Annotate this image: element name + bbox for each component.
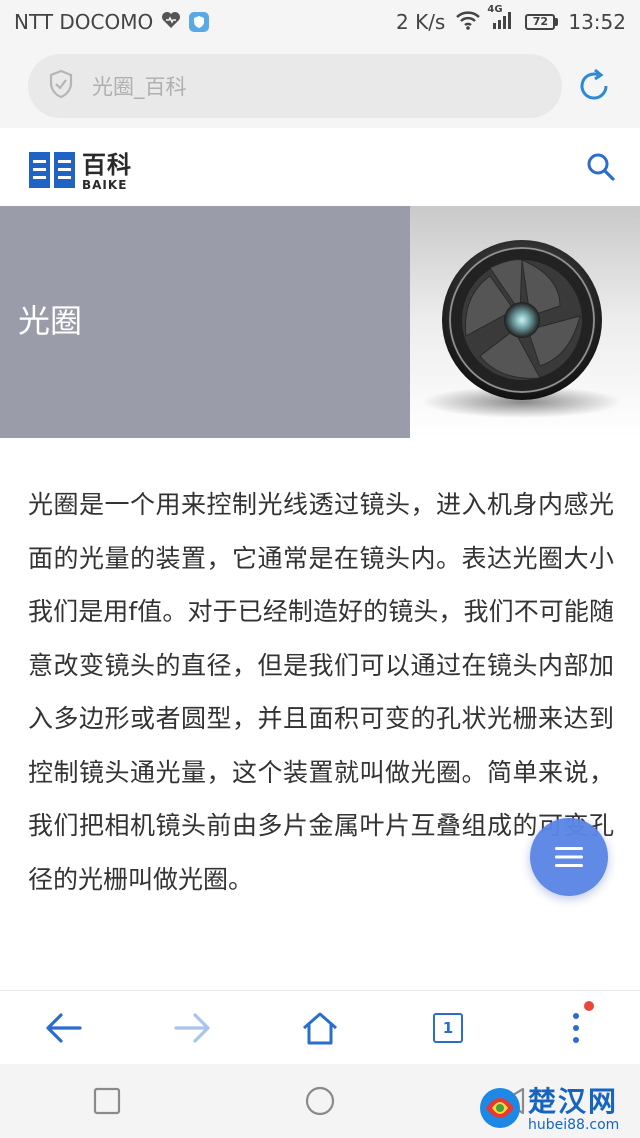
book-icon [28, 150, 76, 194]
address-text: 光圈_百科 [92, 75, 187, 99]
square-icon [93, 1087, 120, 1115]
battery-level: 72 [525, 14, 556, 30]
watermark: 楚汉网 hubei88.com [476, 1082, 640, 1138]
logo-text: 百科 BAIKE [82, 153, 132, 191]
forward-arrow-icon [174, 1012, 210, 1043]
watermark-url: hubei88.com [528, 1117, 620, 1133]
battery-icon: 72 [525, 14, 559, 30]
article-body: 光圈是一个用来控制光线透过镜头，进入机身内感光面的光量的装置，它通常是在镜头内。… [28, 490, 614, 894]
back-button[interactable] [0, 991, 128, 1064]
browser-bottom-nav: 1 [0, 990, 640, 1064]
logo-cn: 百科 [82, 151, 132, 179]
search-button[interactable] [584, 150, 618, 184]
banner-title-area: 光圈 [0, 206, 410, 438]
status-bar: NTT DOCOMO 2 K/s 4G 72 13:52 [0, 0, 640, 44]
table-of-contents-button[interactable] [530, 818, 608, 896]
recents-button[interactable] [0, 1064, 213, 1138]
more-button[interactable] [512, 991, 640, 1064]
more-icon [573, 1012, 579, 1043]
watermark-logo-icon [476, 1084, 524, 1136]
shield-icon [189, 12, 210, 32]
camera-lens-image [410, 206, 640, 438]
notification-dot [584, 1001, 594, 1011]
network-type: 4G [487, 3, 503, 15]
refresh-icon [580, 68, 608, 100]
home-button[interactable] [256, 991, 384, 1064]
forward-button[interactable] [128, 991, 256, 1064]
article-banner: 光圈 [0, 206, 640, 438]
site-header: 百科 BAIKE [0, 128, 640, 206]
watermark-text: 楚汉网 hubei88.com [528, 1085, 620, 1133]
refresh-button[interactable] [574, 66, 614, 106]
signal-icon: 4G [487, 4, 515, 35]
shield-icon [48, 69, 74, 103]
browser-toolbar: 光圈_百科 [0, 44, 640, 128]
address-bar[interactable]: 光圈_百科 [28, 54, 562, 118]
search-icon [587, 153, 615, 181]
status-right: 2 K/s 4G 72 13:52 [396, 4, 626, 35]
baike-logo[interactable]: 百科 BAIKE [28, 150, 132, 194]
back-arrow-icon [46, 1012, 82, 1043]
circle-icon [305, 1086, 335, 1116]
clock: 13:52 [568, 10, 626, 34]
carrier-name: NTT DOCOMO [14, 10, 154, 34]
page-title: 光圈 [18, 302, 83, 340]
network-speed: 2 K/s [396, 10, 446, 34]
tabs-icon: 1 [433, 1012, 463, 1043]
wifi-icon [455, 10, 481, 35]
status-left: NTT DOCOMO [14, 10, 210, 34]
logo-en: BAIKE [82, 178, 128, 192]
watermark-name: 楚汉网 [528, 1085, 619, 1118]
tabs-button[interactable]: 1 [384, 991, 512, 1064]
home-icon [303, 1012, 337, 1044]
heart-icon [161, 10, 181, 34]
home-system-button[interactable] [213, 1064, 426, 1138]
menu-icon [555, 847, 583, 867]
